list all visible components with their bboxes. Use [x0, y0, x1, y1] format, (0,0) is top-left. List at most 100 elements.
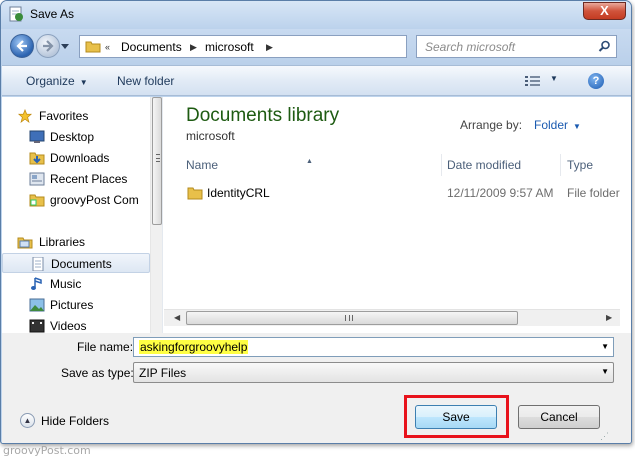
save-as-app-icon: [9, 6, 23, 22]
folder-icon: [85, 41, 101, 53]
horizontal-scrollbar[interactable]: ◀ ▶: [164, 309, 620, 326]
address-bar[interactable]: « Documents ▶ microsoft ▶ ⇆: [79, 35, 481, 58]
breadcrumb-documents[interactable]: Documents: [121, 40, 182, 54]
search-input[interactable]: Search microsoft: [416, 35, 617, 58]
sidebar-item-label: groovyPost Com: [50, 193, 139, 207]
grip-icon: [345, 315, 353, 321]
folder-icon: [187, 187, 203, 200]
change-view-icon[interactable]: [525, 75, 541, 87]
downloads-icon: [29, 152, 45, 165]
watermark: groovyPost.com: [3, 444, 91, 457]
back-button[interactable]: [10, 34, 34, 58]
scroll-right-icon[interactable]: ▶: [606, 313, 612, 322]
help-icon[interactable]: ?: [588, 73, 604, 89]
command-toolbar: Organize ▼ New folder ▼ ?: [2, 65, 631, 96]
column-header-date-modified[interactable]: Date modified: [447, 158, 521, 172]
pictures-icon: [29, 298, 45, 312]
column-headers: ▲ Name Date modified Type: [164, 154, 631, 176]
column-header-name[interactable]: Name: [186, 158, 218, 172]
breadcrumb-microsoft[interactable]: microsoft: [205, 40, 254, 54]
save-as-type-select[interactable]: ZIP Files ▼: [133, 362, 614, 383]
column-divider[interactable]: [441, 154, 442, 176]
column-divider[interactable]: [560, 154, 561, 176]
window-title: Save As: [30, 7, 75, 21]
sidebar-group-favorites[interactable]: Favorites: [2, 106, 150, 126]
sidebar-item-label: Downloads: [50, 151, 110, 165]
chevron-down-icon: ▼: [601, 367, 609, 376]
chevron-down-icon: ▼: [573, 122, 581, 131]
sidebar-item-downloads[interactable]: Downloads: [2, 148, 150, 168]
sidebar-item-label: Recent Places: [50, 172, 128, 186]
sidebar-group-label: Libraries: [39, 235, 86, 249]
file-name-field[interactable]: askingforgroovyhelp ▼: [133, 337, 614, 357]
search-placeholder: Search microsoft: [425, 40, 516, 54]
sidebar-item-label: Documents: [51, 257, 112, 271]
recent-pages-dropdown-icon[interactable]: [61, 42, 69, 50]
library-subtitle: microsoft: [186, 129, 235, 143]
videos-icon: [29, 319, 45, 333]
breadcrumb-separator-icon[interactable]: ▶: [266, 42, 273, 53]
sidebar-item-documents[interactable]: Documents: [2, 253, 150, 273]
row-name: IdentityCRL: [207, 186, 270, 200]
navigation-bar: « Documents ▶ microsoft ▶ ⇆ Search micro…: [1, 29, 631, 65]
file-name-value: askingforgroovyhelp: [139, 340, 249, 354]
sidebar-item-groovypost[interactable]: groovyPost Com: [2, 190, 150, 210]
arrange-by-label: Arrange by:: [460, 118, 523, 132]
navigation-pane: Favorites Desktop Downloads Recent Place…: [2, 97, 163, 333]
file-list-pane: Documents library microsoft Arrange by: …: [164, 97, 631, 333]
resize-grip-icon[interactable]: ⋰: [600, 431, 609, 442]
back-arrow-icon: [16, 40, 27, 52]
sidebar-item-music[interactable]: Music: [2, 274, 150, 294]
desktop-icon: [29, 130, 45, 143]
browser-pane: Favorites Desktop Downloads Recent Place…: [2, 97, 631, 333]
music-icon: [31, 277, 42, 290]
row-date-modified: 12/11/2009 9:57 AM: [447, 186, 554, 200]
sidebar-item-videos[interactable]: Videos: [2, 316, 150, 333]
view-options-dropdown-icon[interactable]: ▼: [550, 74, 558, 83]
cancel-button[interactable]: Cancel: [518, 405, 600, 429]
documents-icon: [32, 257, 44, 271]
breadcrumb-separator-icon[interactable]: ▶: [190, 42, 197, 53]
chevron-up-icon: ▲: [20, 413, 35, 428]
chevron-down-icon[interactable]: ▼: [601, 342, 609, 351]
close-button[interactable]: X: [583, 2, 626, 20]
sort-indicator-icon: ▲: [306, 158, 313, 165]
row-type: File folder: [567, 186, 620, 200]
forward-button[interactable]: [36, 34, 60, 58]
breadcrumb-overflow-icon[interactable]: «: [105, 42, 110, 52]
chevron-down-icon: ▼: [79, 78, 88, 87]
organize-label: Organize: [26, 74, 75, 88]
file-name-label: File name:: [77, 340, 134, 354]
horizontal-scroll-thumb[interactable]: [186, 311, 518, 325]
sidebar-group-label: Favorites: [39, 109, 89, 123]
sidebar-group-libraries[interactable]: Libraries: [2, 232, 150, 252]
shortcut-folder-icon: [29, 194, 45, 207]
sidebar-item-label: Pictures: [50, 298, 94, 312]
sidebar-item-recent-places[interactable]: Recent Places: [2, 169, 150, 189]
search-icon[interactable]: [598, 40, 611, 53]
title-bar[interactable]: Save As X: [1, 1, 631, 29]
star-icon: [17, 109, 33, 123]
table-row[interactable]: IdentityCRL 12/11/2009 9:57 AM File fold…: [164, 183, 631, 203]
sidebar-scrollbar[interactable]: [150, 97, 162, 333]
annotation-highlight-box: [404, 395, 509, 438]
grip-icon: [156, 154, 160, 162]
arrange-by-value: Folder: [534, 118, 569, 132]
save-as-type-value: ZIP Files: [139, 366, 187, 380]
forward-arrow-icon: [43, 40, 54, 52]
save-as-dialog: Save As X « Documents ▶ microsoft ▶ ⇆ Se…: [0, 0, 632, 444]
organize-menu[interactable]: Organize ▼: [26, 74, 88, 88]
libraries-icon: [17, 237, 33, 249]
save-form: File name: askingforgroovyhelp ▼ Save as…: [2, 333, 631, 443]
library-title: Documents library: [186, 105, 340, 126]
sidebar-scroll-thumb[interactable]: [152, 97, 162, 225]
sidebar-item-desktop[interactable]: Desktop: [2, 127, 150, 147]
new-folder-button[interactable]: New folder: [117, 74, 174, 88]
arrange-by-dropdown[interactable]: Folder ▼: [534, 118, 581, 132]
sidebar-item-pictures[interactable]: Pictures: [2, 295, 150, 315]
save-as-type-label: Save as type:: [61, 366, 134, 380]
scroll-left-icon[interactable]: ◀: [174, 313, 180, 322]
column-header-type[interactable]: Type: [567, 158, 593, 172]
sidebar-item-label: Music: [50, 277, 82, 291]
sidebar-item-label: Videos: [50, 319, 87, 333]
